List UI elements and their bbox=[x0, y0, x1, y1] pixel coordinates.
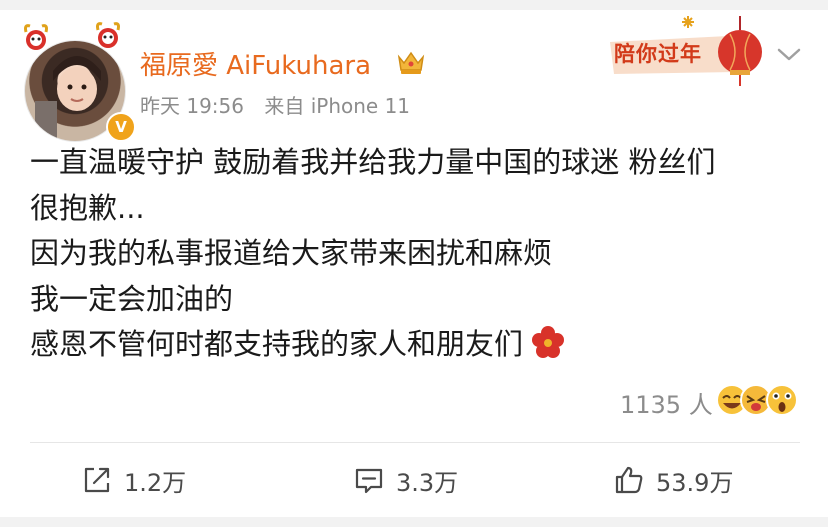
comment-icon bbox=[355, 468, 383, 494]
post-line: 很抱歉... bbox=[30, 190, 145, 225]
post-text: 一直温暖守护 鼓励着我并给我力量中国的球迷 粉丝们 很抱歉... 因为我的私事报… bbox=[30, 140, 810, 368]
like-icon bbox=[615, 466, 643, 494]
post-line: 因为我的私事报道给大家带来困扰和麻烦 bbox=[30, 236, 553, 270]
post-time: 昨天 19:56 bbox=[140, 94, 244, 118]
top-separator bbox=[0, 0, 828, 10]
post-line: 我一定会加油的 bbox=[30, 281, 234, 316]
repost-button[interactable]: 1.2万 bbox=[82, 458, 186, 502]
bottom-separator bbox=[0, 517, 828, 527]
post-line: 感恩不管何时都支持我的家人和朋友们 bbox=[30, 327, 524, 361]
post-meta: 昨天 19:56 来自 iPhone 11 bbox=[140, 90, 424, 119]
avatar[interactable]: V bbox=[22, 18, 136, 142]
reaction-count: 1135 人 bbox=[620, 391, 713, 419]
post-line: 一直温暖守护 鼓励着我并给我力量中国的球迷 粉丝们 bbox=[30, 145, 716, 179]
flower-icon bbox=[532, 326, 565, 358]
repost-count: 1.2万 bbox=[124, 468, 187, 497]
like-count: 53.9万 bbox=[656, 468, 734, 497]
festival-badge[interactable]: 陪你过年 bbox=[608, 12, 768, 90]
ox-decoration-icon bbox=[24, 22, 120, 50]
post-line-last: 感恩不管何时都支持我的家人和朋友们 bbox=[30, 322, 810, 368]
reaction-emoji-icon bbox=[716, 384, 798, 416]
post-source: 来自 iPhone 11 bbox=[264, 94, 411, 118]
divider bbox=[30, 442, 800, 443]
repost-icon bbox=[84, 467, 110, 493]
chevron-down-icon[interactable] bbox=[776, 44, 802, 64]
like-button[interactable]: 53.9万 bbox=[614, 458, 733, 502]
vip-badge-icon: V bbox=[106, 112, 136, 142]
username[interactable]: 福原愛 AiFukuhara bbox=[140, 45, 371, 82]
comment-button[interactable]: 3.3万 bbox=[354, 458, 458, 502]
comment-count: 3.3万 bbox=[396, 468, 459, 497]
festival-label: 陪你过年 bbox=[614, 42, 702, 66]
crown-icon[interactable] bbox=[396, 48, 426, 76]
